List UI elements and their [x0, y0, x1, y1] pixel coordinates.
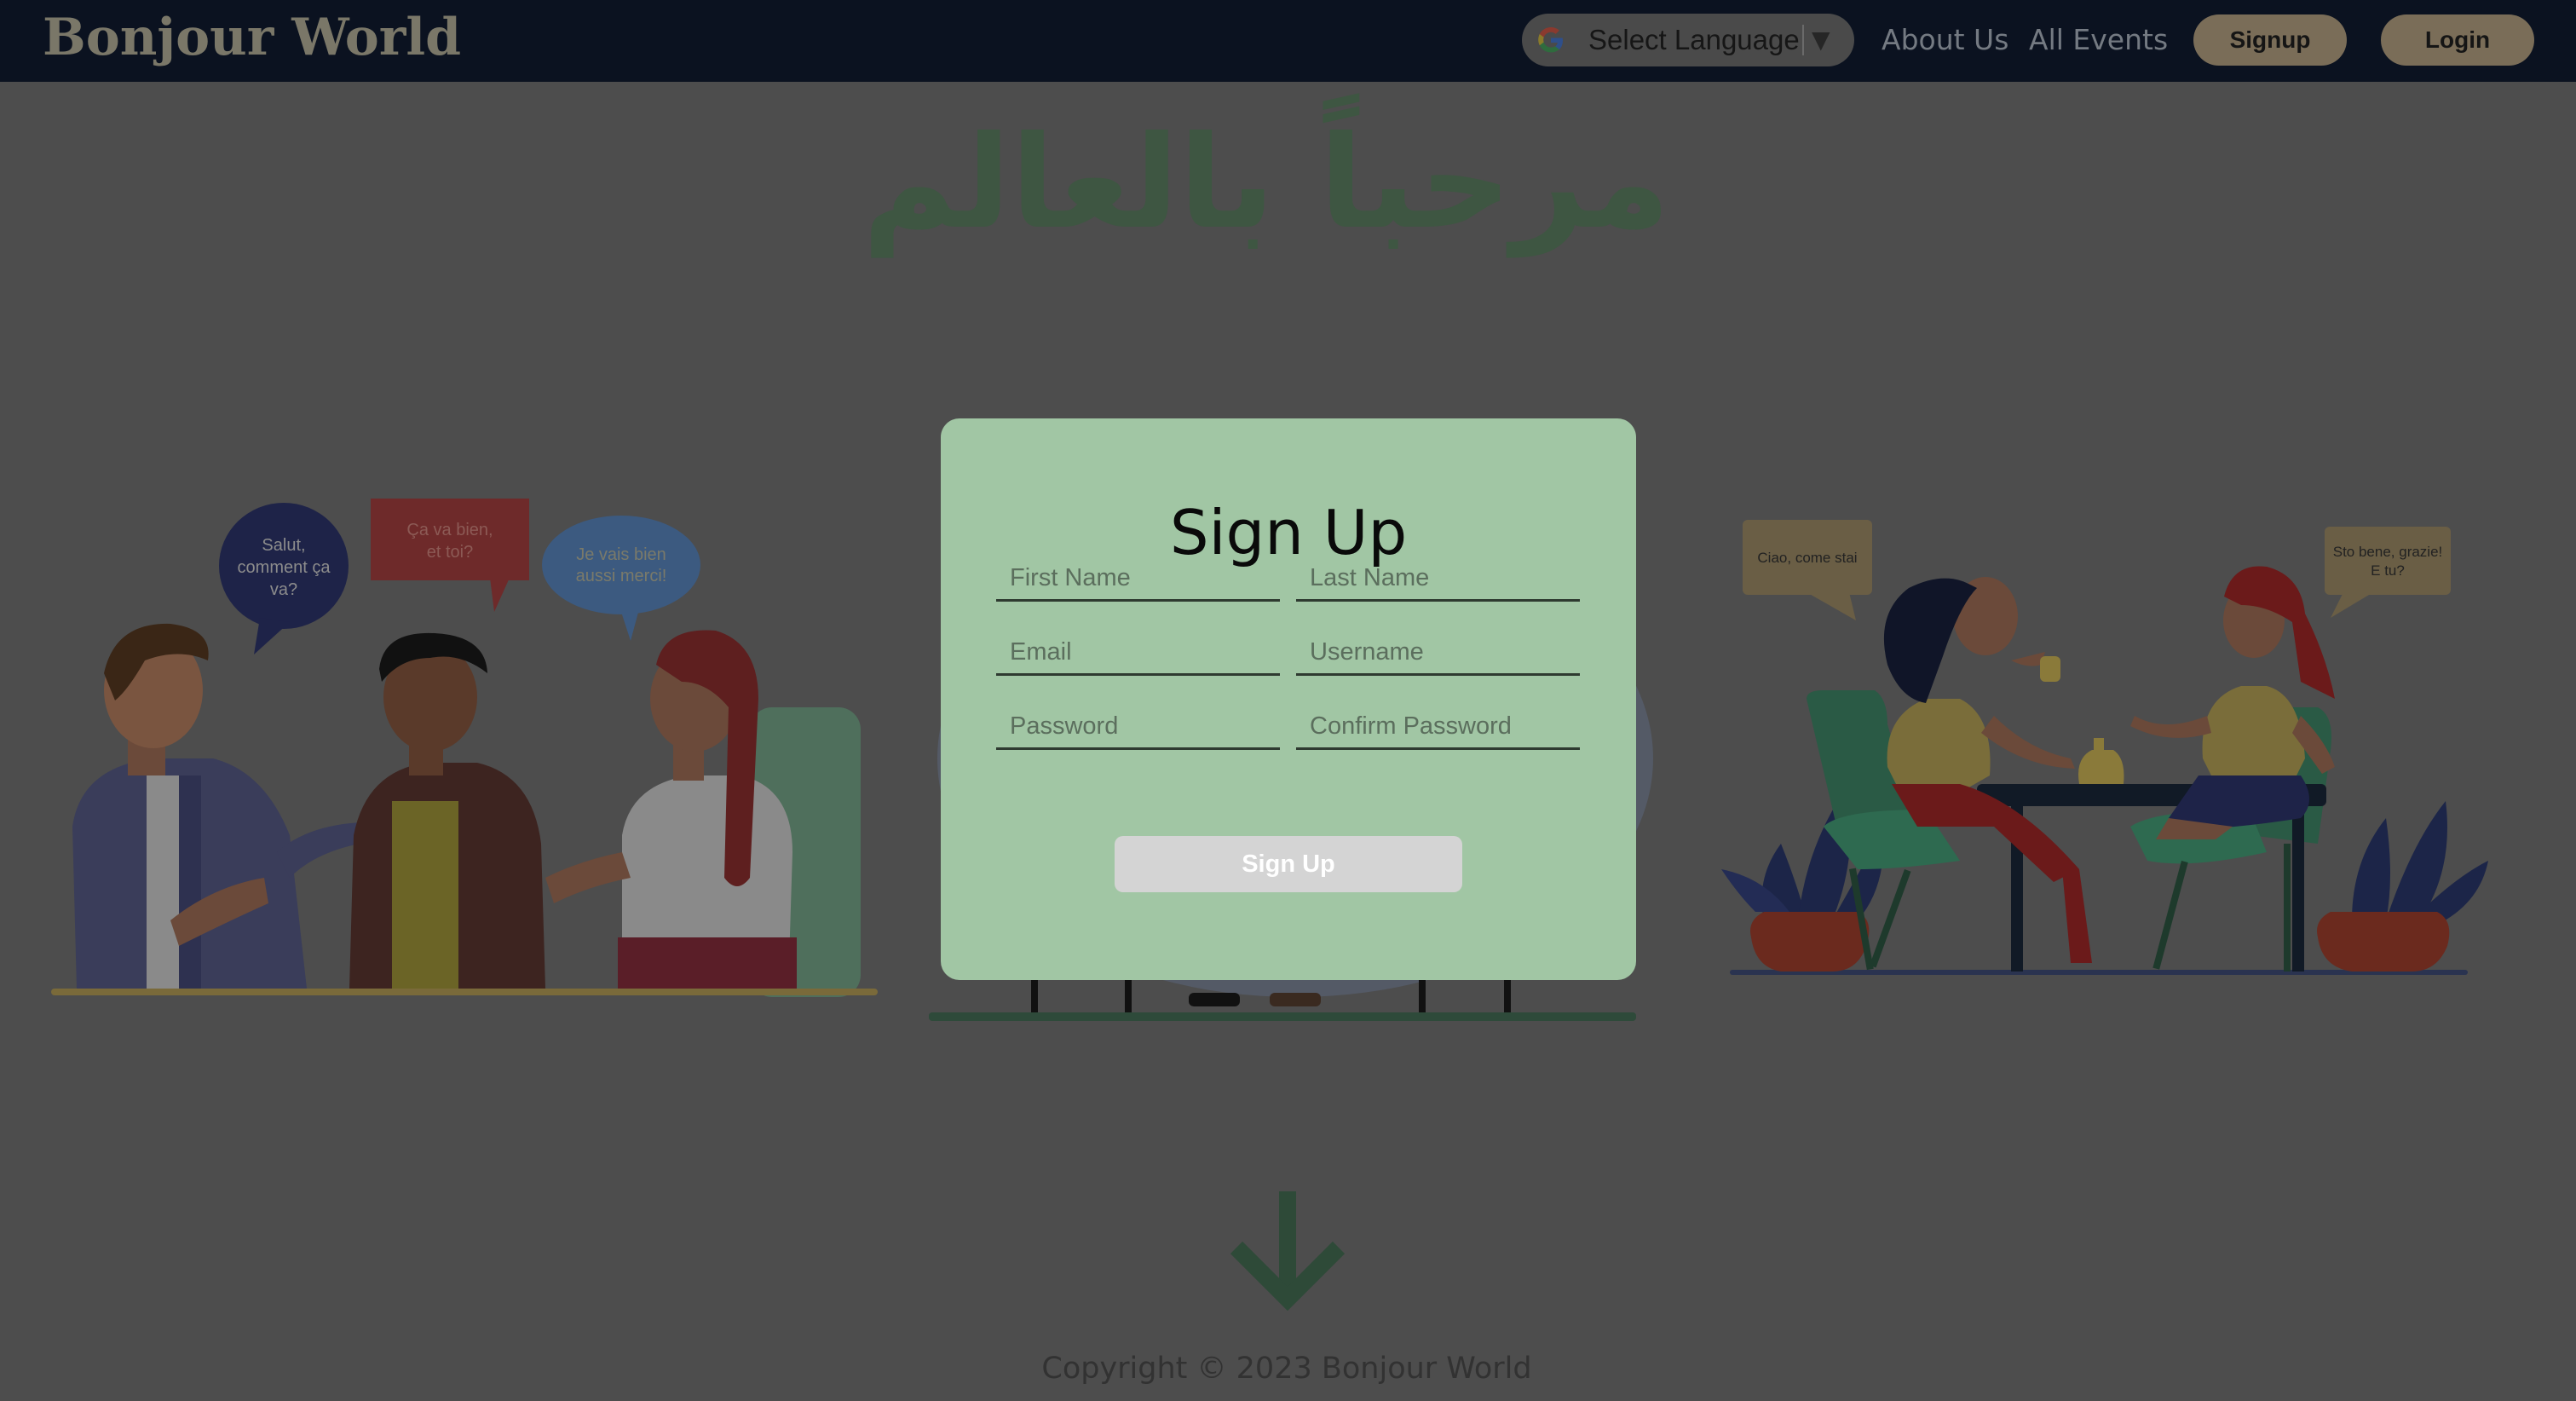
brand-logo[interactable]: Bonjour World — [43, 3, 461, 72]
bubble-text: comment ça — [238, 558, 331, 577]
nav-link-about-us[interactable]: About Us — [1882, 14, 2008, 66]
first-name-field[interactable] — [996, 557, 1280, 602]
last-name-field[interactable] — [1296, 557, 1580, 602]
caret-down-icon[interactable]: ▼ — [1812, 14, 1830, 66]
bubble-text: Je vais bien — [576, 545, 666, 564]
language-select-label: Select Language — [1588, 24, 1800, 55]
nav-link-all-events[interactable]: All Events — [2029, 14, 2168, 66]
people-chatting-illustration: Salut, comment ça va? Ça va bien, et toi… — [51, 499, 878, 997]
language-select[interactable]: Select Language ▼ — [1522, 14, 1854, 66]
bubble-text: va? — [270, 580, 297, 599]
cafe-illustration: Ciao, come stai Sto bene, grazie! E tu? — [1721, 520, 2488, 975]
navbar: Bonjour World Select Language ▼ About Us… — [0, 0, 2576, 82]
bubble-text: E tu? — [2371, 562, 2405, 579]
password-field[interactable] — [996, 706, 1280, 750]
bubble-text: aussi merci! — [576, 567, 667, 585]
arrow-down-icon[interactable] — [1230, 1191, 1346, 1311]
confirm-password-field[interactable] — [1296, 706, 1580, 750]
hero-title: مرحباً بالعالم — [862, 109, 1670, 257]
bubble-text: Ciao, come stai — [1757, 550, 1857, 566]
bubble-text: Sto bene, grazie! — [2333, 544, 2443, 560]
bubble-text: Ça va bien, — [406, 521, 493, 539]
google-g-icon — [1538, 27, 1563, 53]
signup-modal: Sign Up Sign Up — [941, 418, 1636, 980]
copyright-text: Copyright © 2023 Bonjour World — [1041, 1352, 1532, 1386]
email-field[interactable] — [996, 631, 1280, 676]
bubble-text: Salut, — [262, 536, 305, 555]
signup-submit-button[interactable]: Sign Up — [1115, 836, 1462, 892]
signup-nav-button[interactable]: Signup — [2193, 14, 2347, 66]
language-select-divider — [1802, 25, 1804, 55]
bubble-text: et toi? — [427, 543, 473, 562]
username-field[interactable] — [1296, 631, 1580, 676]
login-nav-button[interactable]: Login — [2381, 14, 2534, 66]
